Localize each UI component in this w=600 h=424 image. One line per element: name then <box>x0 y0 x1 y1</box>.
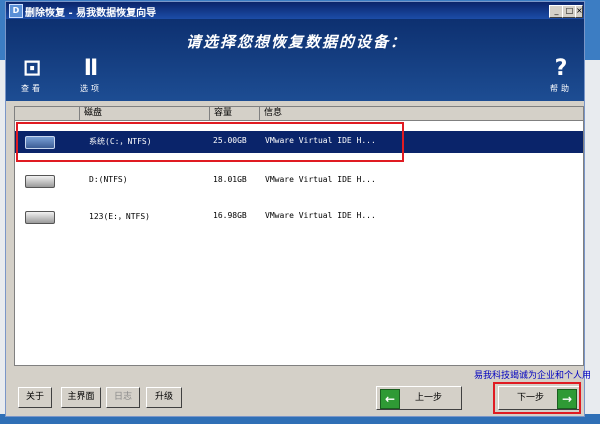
main-menu-button[interactable]: 主界面 <box>61 387 101 408</box>
options-icon: Ⅱ <box>83 56 99 81</box>
title-bar[interactable]: D 删除恢复 - 易我数据恢复向导 _ □ × <box>6 2 584 19</box>
brand-slogan: 易我科技竭诚为企业和个人用 <box>474 371 592 381</box>
device-info: VMware Virtual IDE H... <box>265 136 376 145</box>
options-tool-button[interactable]: Ⅱ 选项 <box>78 57 104 94</box>
arrow-right-icon: → <box>557 389 577 409</box>
column-header-info[interactable]: 信息 <box>260 107 583 120</box>
device-row-d[interactable]: D:(NTFS) 18.01GB VMware Virtual IDE H... <box>15 170 583 192</box>
device-capacity: 16.98GB <box>213 211 247 220</box>
next-step-label: 下一步 <box>517 393 545 403</box>
device-capacity: 18.01GB <box>213 175 247 184</box>
hard-disk-icon <box>25 136 55 149</box>
view-tool-label: 查看 <box>21 84 43 93</box>
next-step-button[interactable]: 下一步 → <box>498 386 580 410</box>
app-logo-icon: D <box>9 4 23 18</box>
help-tool-button[interactable]: ? 帮助 <box>546 57 576 94</box>
about-button[interactable]: 关于 <box>18 387 52 408</box>
device-name: 123(E:，NTFS) <box>89 212 150 221</box>
view-icon: ⊡ <box>22 56 42 81</box>
arrow-left-icon: ← <box>380 389 400 409</box>
column-header-disk[interactable]: 磁盘 <box>80 107 210 120</box>
header-blank <box>15 107 80 120</box>
hard-disk-icon <box>25 175 55 188</box>
previous-step-button[interactable]: ← 上一步 <box>376 386 462 410</box>
view-tool-button[interactable]: ⊡ 查看 <box>20 57 44 94</box>
previous-step-label: 上一步 <box>415 393 443 403</box>
help-icon: ? <box>554 56 568 81</box>
log-button[interactable]: 日志 <box>106 387 140 408</box>
device-info: VMware Virtual IDE H... <box>265 211 376 220</box>
device-info: VMware Virtual IDE H... <box>265 175 376 184</box>
window-title: 删除恢复 - 易我数据恢复向导 <box>25 8 157 19</box>
list-header: 磁盘 容量 信息 <box>15 107 583 121</box>
device-row-c[interactable]: 系统(C:，NTFS) 25.00GB VMware Virtual IDE H… <box>15 131 583 153</box>
close-button[interactable]: × <box>575 5 583 18</box>
hard-disk-icon <box>25 211 55 224</box>
device-row-e[interactable]: 123(E:，NTFS) 16.98GB VMware Virtual IDE … <box>15 206 583 228</box>
device-name: 系统(C:，NTFS) <box>89 137 152 146</box>
device-capacity: 25.00GB <box>213 136 247 145</box>
device-list[interactable]: 磁盘 容量 信息 系统(C:，NTFS) 25.00GB VMware Virt… <box>14 106 584 366</box>
help-tool-label: 帮助 <box>550 84 572 93</box>
device-selection-prompt: 请选择您想恢复数据的设备： <box>186 33 408 51</box>
upgrade-button[interactable]: 升级 <box>146 387 182 408</box>
device-name: D:(NTFS) <box>89 175 128 184</box>
header-banner: 请选择您想恢复数据的设备： ⊡ 查看 Ⅱ 选项 ? 帮助 <box>6 19 584 101</box>
options-tool-label: 选项 <box>80 84 102 93</box>
column-header-capacity[interactable]: 容量 <box>210 107 260 120</box>
recovery-wizard-window: D 删除恢复 - 易我数据恢复向导 _ □ × 请选择您想恢复数据的设备： ⊡ … <box>5 1 591 417</box>
